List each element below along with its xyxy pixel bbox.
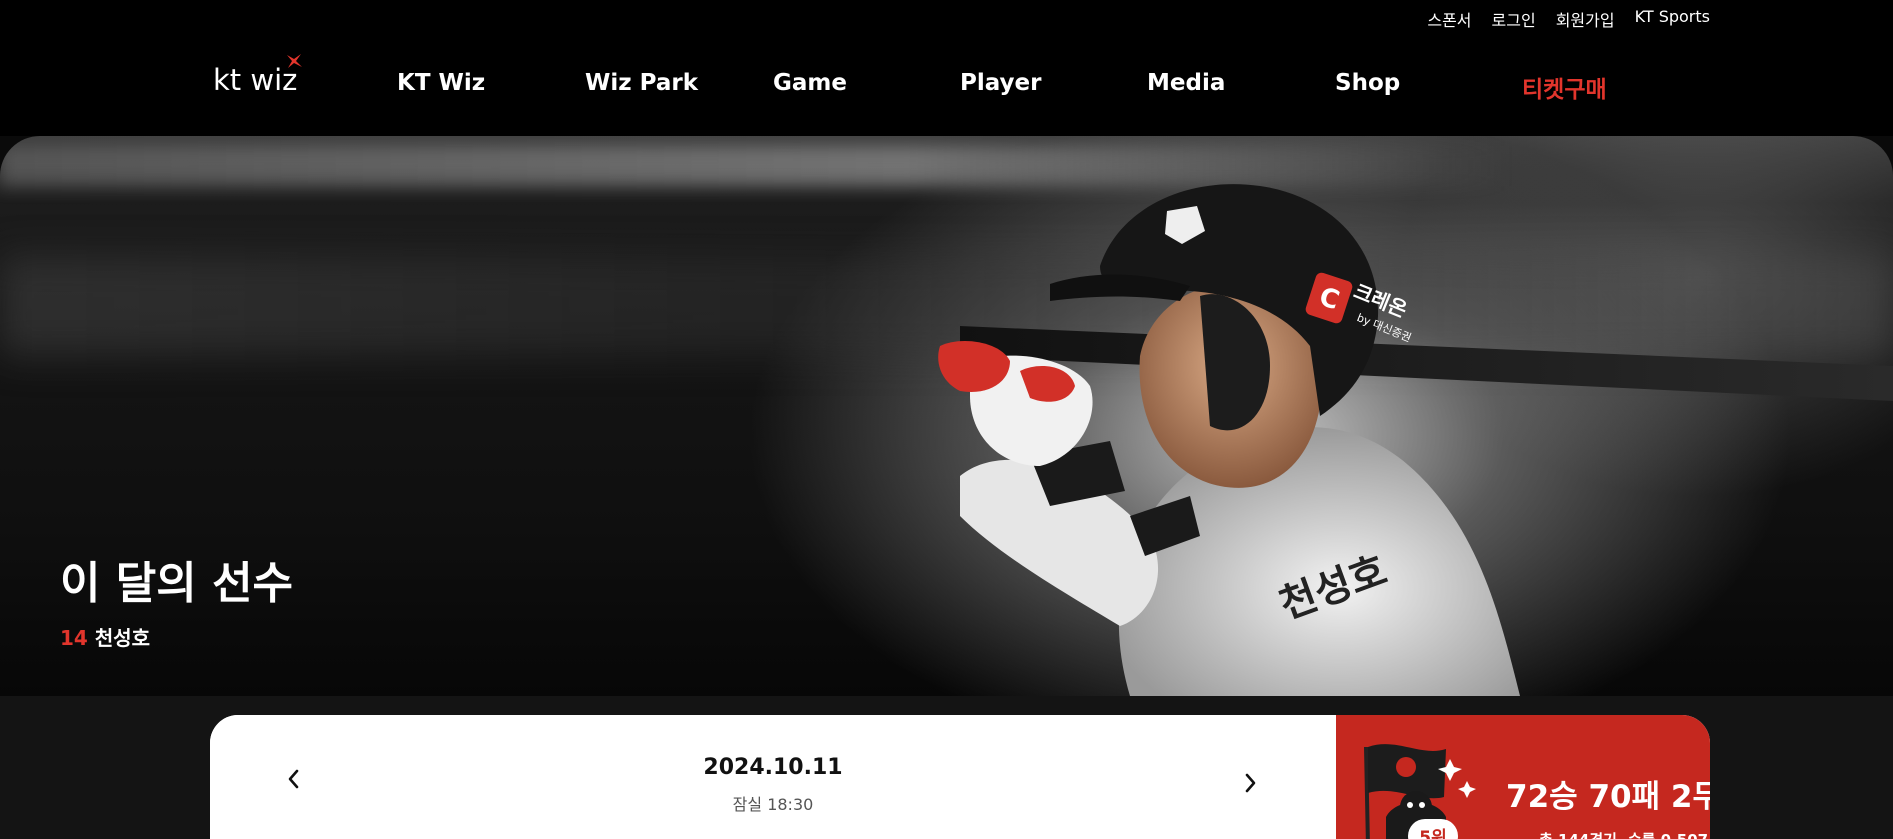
nav-item-game[interactable]: Game — [773, 70, 847, 96]
nav-item-ticket[interactable]: 티켓구매 — [1522, 70, 1607, 104]
team-record: 72승 70패 2무 — [1506, 779, 1710, 815]
hero-title: 이 달의 선수 — [60, 558, 294, 609]
hero-player-caption: 14 천성호 — [60, 622, 150, 651]
nav-item-wiz-park[interactable]: Wiz Park — [585, 70, 698, 96]
nav-item-media[interactable]: Media — [1147, 70, 1225, 96]
hero-player-photo: C 크레온 by 대신증권 천성호 — [938, 184, 1893, 696]
util-link-sponsor[interactable]: 스폰서 — [1427, 7, 1471, 31]
player-name: 천성호 — [94, 626, 151, 650]
team-record-panel[interactable]: 5위 72승 70패 2무 총 144경기, 승률 0.507 — [1336, 715, 1710, 839]
chevron-right-icon — [1245, 773, 1256, 793]
main-nav: KT Wiz Wiz Park Game Player Media Shop 티… — [0, 70, 1893, 106]
utility-nav: 스폰서 로그인 회원가입 KT Sports — [1427, 7, 1710, 31]
hero-banner[interactable]: C 크레온 by 대신증권 천성호 이 달의 선수 14 천성호 — [0, 136, 1893, 696]
game-venue-time: 잠실 18:30 — [732, 795, 814, 814]
team-rank-badge: 5위 — [1408, 819, 1458, 839]
logo-star-icon — [287, 54, 302, 68]
game-date: 2024.10.11 — [703, 755, 843, 780]
nav-item-kt-wiz[interactable]: KT Wiz — [397, 70, 485, 96]
util-link-login[interactable]: 로그인 — [1492, 7, 1536, 31]
player-number: 14 — [60, 626, 88, 650]
game-info-panel: 2024.10.11 잠실 18:30 — [210, 715, 1336, 839]
nav-item-shop[interactable]: Shop — [1335, 70, 1400, 96]
nav-item-player[interactable]: Player — [960, 70, 1042, 96]
game-schedule-card: 2024.10.11 잠실 18:30 5위 72승 70패 2무 총 144경… — [210, 715, 1710, 839]
team-record-sub: 총 144경기, 승률 0.507 — [1539, 829, 1708, 839]
util-link-signup[interactable]: 회원가입 — [1556, 7, 1615, 31]
site-header: 스폰서 로그인 회원가입 KT Sports kt wiz KT Wiz Wiz… — [0, 0, 1893, 136]
util-link-kt-sports[interactable]: KT Sports — [1635, 7, 1710, 31]
next-game-button[interactable] — [1232, 765, 1268, 801]
